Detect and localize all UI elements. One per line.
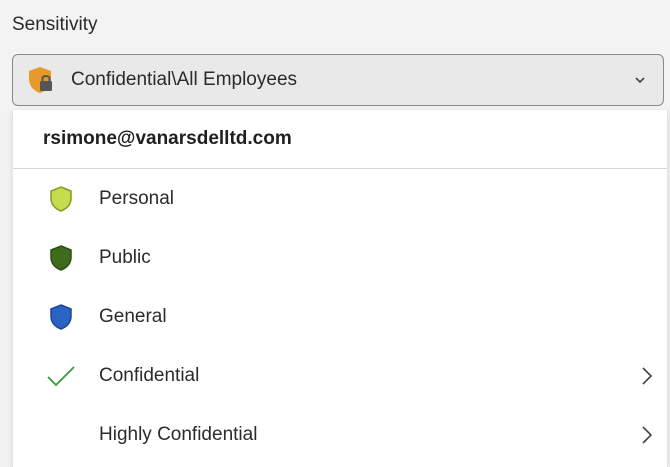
menu-item-label: Confidential [99,364,200,386]
sensitivity-dropdown[interactable]: Confidential\All Employees [12,54,664,106]
menu-item-label: Highly Confidential [99,423,258,445]
menu-item-confidential[interactable]: Confidential [13,346,667,405]
menu-item-general[interactable]: General [13,287,667,346]
shield-lock-icon [27,65,55,95]
shield-icon [13,244,99,272]
menu-item-label: Public [99,246,151,268]
account-email: rsimone@vanarsdelltd.com [13,110,667,169]
menu-item-personal[interactable]: Personal [13,169,667,228]
sensitivity-label: Sensitivity [12,14,98,35]
shield-icon [13,303,99,331]
check-icon [13,365,99,387]
selected-label: Confidential\All Employees [71,69,298,90]
shield-icon [13,185,99,213]
menu-item-label: Personal [99,187,174,209]
chevron-right-icon [642,425,653,444]
chevron-right-icon [642,366,653,385]
sensitivity-menu: rsimone@vanarsdelltd.com Personal Public [12,110,668,467]
menu-item-highly-confidential[interactable]: Highly Confidential [13,405,667,464]
sensitivity-panel: Sensitivity Confidential\All Employees r… [0,0,670,467]
menu-item-label: General [99,305,167,327]
chevron-down-icon [635,77,645,84]
menu-item-public[interactable]: Public [13,228,667,287]
